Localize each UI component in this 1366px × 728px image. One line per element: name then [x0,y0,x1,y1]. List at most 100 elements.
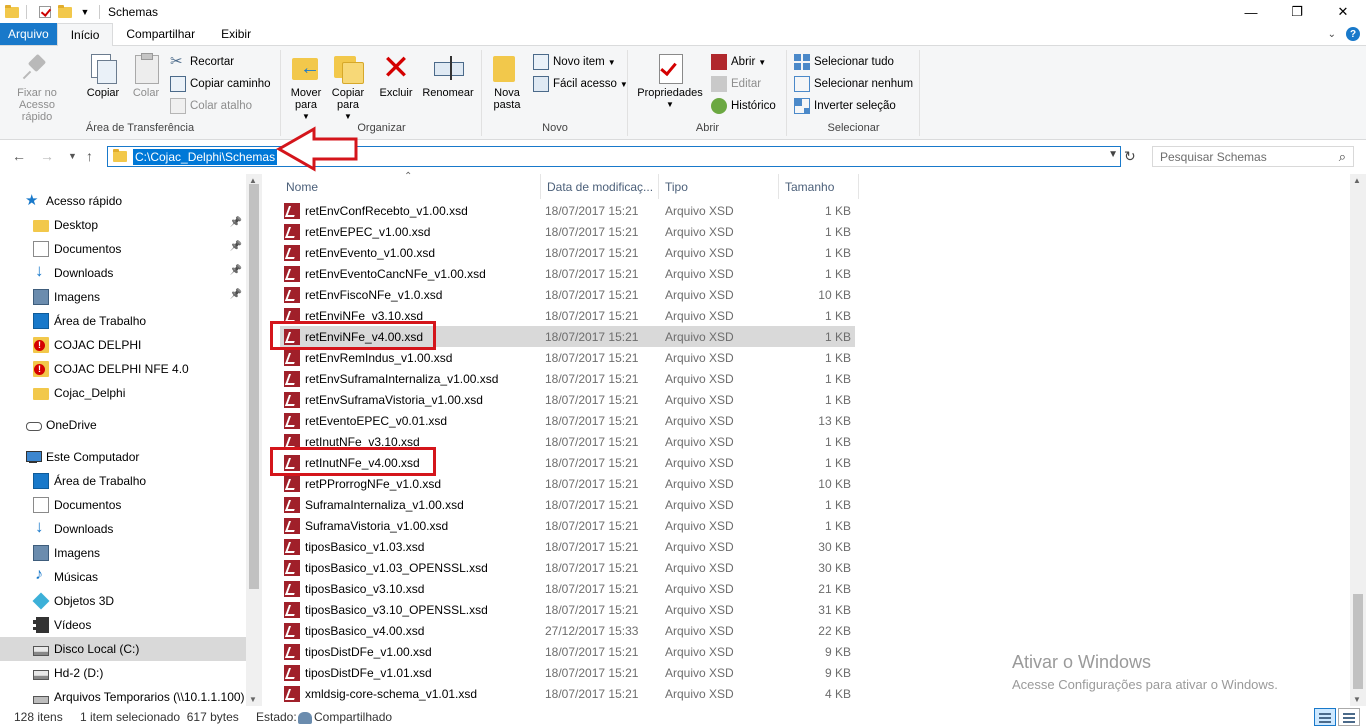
invert-selection-button[interactable]: Inverter seleção [794,96,896,116]
nav-scrollbar[interactable]: ▲ ▼ [246,174,262,706]
new-item-button[interactable]: Novo item ▼ [533,52,616,72]
pin-icon[interactable]: 📌 [230,265,242,276]
nav-item[interactable]: Músicas [0,565,246,589]
file-row[interactable]: retEnvSuframaInternaliza_v1.00.xsd 18/07/… [280,368,855,389]
back-arrow-icon[interactable]: ← [12,148,26,164]
file-row[interactable]: retEnvFiscoNFe_v1.0.xsd 18/07/2017 15:21 A… [280,284,855,305]
file-row[interactable]: tiposDistDFe_v1.00.xsd 18/07/2017 15:21 Ar… [280,641,855,662]
pin-icon[interactable]: 📌 [230,217,242,228]
tab-inicio[interactable]: Início [56,23,114,46]
nav-item[interactable]: Este Computador [0,445,246,469]
properties-button[interactable]: Propriedades ▼ [635,52,705,111]
pin-quick-access-button[interactable]: Fixar no Acesso rápido [6,52,68,123]
edit-button[interactable]: Editar [711,74,761,94]
minimize-button[interactable]: — [1228,0,1274,24]
refresh-icon[interactable]: ↻ [1124,148,1136,165]
copy-to-button[interactable]: Copiar para ▼ [330,52,366,123]
rename-button[interactable]: Renomear [420,52,476,99]
file-row[interactable]: retEnvSuframaVistoria_v1.00.xsd 18/07/201… [280,389,855,410]
move-to-button[interactable]: Mover para ▼ [288,52,324,123]
pin-icon[interactable]: 📌 [230,241,242,252]
cut-button[interactable]: Recortar [170,52,234,72]
file-row[interactable]: tiposBasico_v3.10.xsd 18/07/2017 15:21 Arq… [280,578,855,599]
file-date: 18/07/2017 15:21 [545,497,639,512]
copy-path-button[interactable]: Copiar caminho [170,74,271,94]
copy-button[interactable]: Copiar [82,52,124,99]
nav-item[interactable]: Downloads 📌 [0,261,246,285]
scroll-down-icon[interactable]: ▼ [1353,695,1361,704]
select-none-button[interactable]: Selecionar nenhum [794,74,913,94]
nav-item[interactable]: Imagens [0,541,246,565]
file-row[interactable]: retEventoEPEC_v0.01.xsd 18/07/2017 15:21 A… [280,410,855,431]
nav-item[interactable]: Vídeos [0,613,246,637]
search-icon[interactable]: ⌕ [1339,149,1346,165]
chevron-down-icon[interactable]: ▼ [77,4,93,20]
file-row[interactable]: xmldsig-core-schema_v1.01.xsd 18/07/2017 … [280,683,855,704]
easy-access-button[interactable]: Fácil acesso ▼ [533,74,628,94]
forward-arrow-icon[interactable]: → [40,148,54,164]
details-view-icon[interactable] [1314,708,1336,726]
nav-item[interactable]: OneDrive [0,413,246,437]
nav-item[interactable]: COJAC DELPHI NFE 4.0 [0,357,246,381]
column-header-size[interactable]: Tamanho [779,174,859,199]
search-input[interactable]: Pesquisar Schemas ⌕ [1152,146,1354,167]
nav-item[interactable]: Acesso rápido [0,189,246,213]
file-row[interactable]: retPProrrogNFe_v1.0.xsd 18/07/2017 15:21 A… [280,473,855,494]
file-row[interactable]: tiposBasico_v4.00.xsd 27/12/2017 15:33 Arq… [280,620,855,641]
address-bar[interactable]: C:\Cojac_Delphi\Schemas ▼ [107,146,1121,167]
nav-item[interactable]: Área de Trabalho [0,469,246,493]
properties-quick-icon[interactable] [37,4,53,20]
new-folder-button[interactable]: Nova pasta [489,52,525,111]
nav-scroll-thumb[interactable] [249,184,259,589]
nav-item[interactable]: Documentos [0,493,246,517]
history-button[interactable]: Histórico [711,96,776,116]
nav-item[interactable]: Desktop 📌 [0,213,246,237]
nav-item[interactable]: Cojac_Delphi [0,381,246,405]
select-all-button[interactable]: Selecionar tudo [794,52,894,72]
nav-item[interactable]: Disco Local (C:) [0,637,246,661]
nav-item[interactable]: Área de Trabalho [0,309,246,333]
new-folder-quick-icon[interactable] [57,4,73,20]
tab-exibir[interactable]: Exibir [208,23,264,45]
maximize-button[interactable]: ❐ [1274,0,1320,24]
recent-locations-chevron-icon[interactable]: ▼ [68,151,77,161]
up-arrow-icon[interactable]: ↑ [86,148,93,164]
pin-icon[interactable]: 📌 [230,289,242,300]
file-row[interactable]: SuframaInternaliza_v1.00.xsd 18/07/2017 1… [280,494,855,515]
delete-button[interactable]: ✕ Excluir [378,51,414,99]
chevron-down-icon[interactable]: ▼ [1108,149,1118,160]
file-row[interactable]: retEnvEventoCancNFe_v1.00.xsd 18/07/2017 … [280,263,855,284]
file-row[interactable]: retEnvRemIndus_v1.00.xsd 18/07/2017 15:21… [280,347,855,368]
open-button[interactable]: Abrir ▼ [711,52,766,72]
file-row[interactable]: tiposBasico_v1.03_OPENSSL.xsd 18/07/2017 … [280,557,855,578]
file-row[interactable]: tiposBasico_v3.10_OPENSSL.xsd 18/07/2017 … [280,599,855,620]
file-row[interactable]: retEnvEPEC_v1.00.xsd 18/07/2017 15:21 Arqu… [280,221,855,242]
large-icons-view-icon[interactable] [1338,708,1360,726]
nav-item[interactable]: Hd-2 (D:) [0,661,246,685]
column-header-type[interactable]: Tipo [659,174,779,199]
file-row[interactable]: retEnvConfRecebto_v1.00.xsd 18/07/2017 15… [280,200,855,221]
scroll-up-icon[interactable]: ▲ [1353,176,1361,185]
scroll-down-icon[interactable]: ▼ [249,695,257,704]
file-row[interactable]: retEnvEvento_v1.00.xsd 18/07/2017 15:21 Ar… [280,242,855,263]
nav-item[interactable]: COJAC DELPHI [0,333,246,357]
tab-arquivo[interactable]: Arquivo [0,23,57,45]
paste-button[interactable]: Colar [128,52,164,99]
nav-item[interactable]: Documentos 📌 [0,237,246,261]
file-row[interactable]: tiposBasico_v1.03.xsd 18/07/2017 15:21 Arq… [280,536,855,557]
nav-item[interactable]: Objetos 3D [0,589,246,613]
file-list-scrollbar[interactable]: ▲ ▼ [1350,174,1366,706]
column-header-name[interactable]: Nome [280,174,541,199]
address-path[interactable]: C:\Cojac_Delphi\Schemas [133,148,278,165]
chevron-down-icon[interactable]: ⌄ [1328,29,1336,40]
file-row[interactable]: tiposDistDFe_v1.01.xsd 18/07/2017 15:21 Ar… [280,662,855,683]
help-icon[interactable]: ? [1346,27,1360,41]
file-row[interactable]: SuframaVistoria_v1.00.xsd 18/07/2017 15:2… [280,515,855,536]
close-button[interactable]: ✕ [1320,0,1366,24]
file-list-scroll-thumb[interactable] [1353,594,1363,689]
tab-compartilhar[interactable]: Compartilhar [113,23,208,45]
nav-item[interactable]: Imagens 📌 [0,285,246,309]
paste-shortcut-button[interactable]: Colar atalho [170,96,252,116]
nav-item[interactable]: Downloads [0,517,246,541]
column-header-date[interactable]: Data de modificaç... [541,174,659,199]
